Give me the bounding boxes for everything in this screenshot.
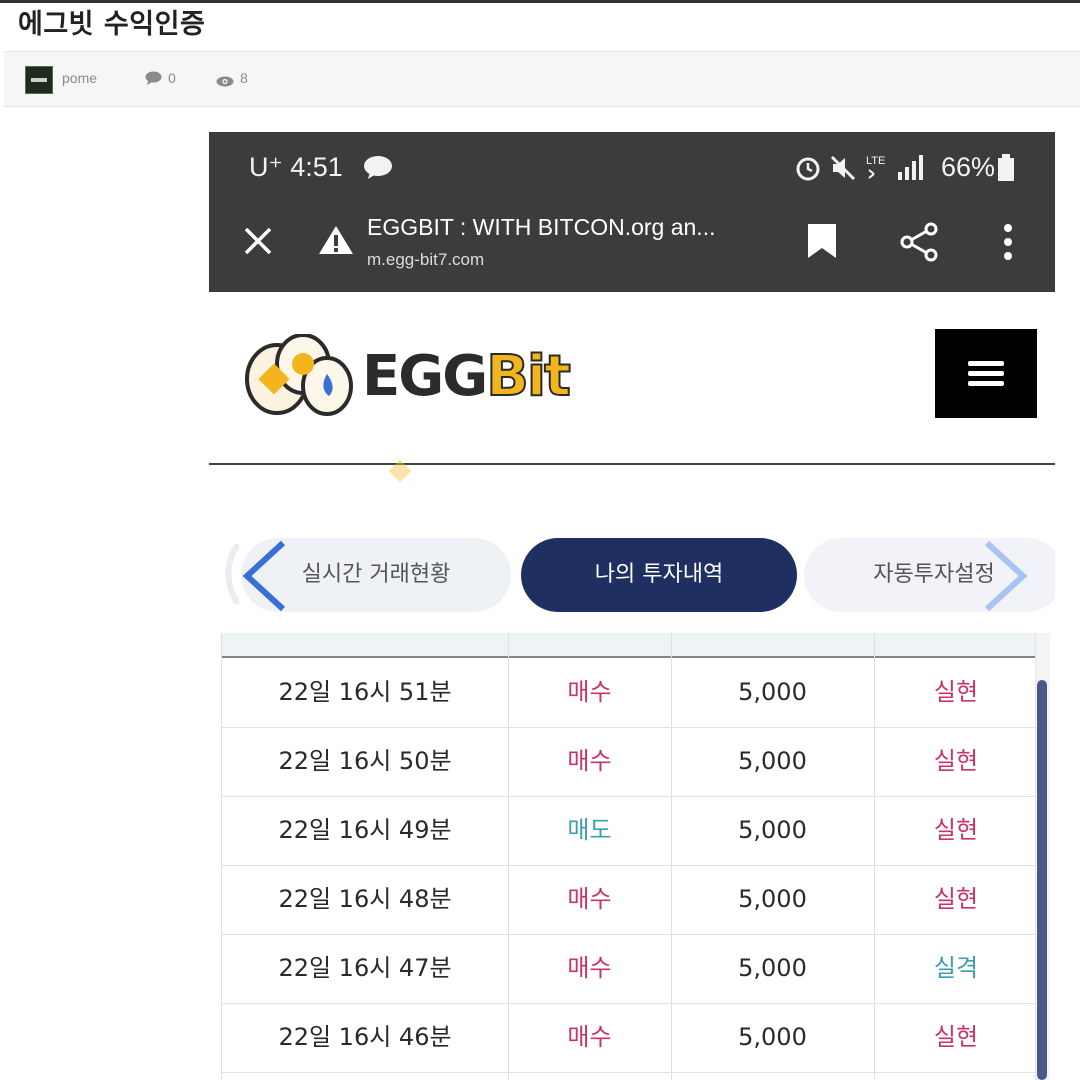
trade-amount: 5,000 [738, 954, 807, 982]
trade-result: 실현 [933, 747, 979, 775]
trade-side: 매수 [567, 885, 612, 913]
trade-time: 22일 16시 49분 [278, 816, 452, 844]
warning-icon[interactable] [317, 224, 355, 260]
phone-screenshot: U⁺ 4:51 LTE 66% EGGBIT : WITH BITCON.org… [209, 132, 1055, 1080]
table-row[interactable]: 22일 16시 49분 매도 5,000 실현 [222, 796, 1038, 866]
alarm-icon [794, 154, 822, 186]
table-row[interactable]: 22일 16시 48분 매수 5,000 실현 [222, 865, 1038, 935]
bookmark-icon[interactable] [807, 224, 837, 262]
investment-history-table: 22일 16시 51분 매수 5,000 실현 22일 16시 50분 매수 5… [221, 633, 1038, 1080]
site-logo[interactable]: EGGBit [362, 343, 572, 410]
view-count: 8 [240, 70, 248, 86]
trade-amount: 5,000 [738, 885, 807, 913]
trade-time: 22일 16시 48분 [278, 885, 452, 913]
trade-result: 실격 [933, 954, 979, 982]
logo-egg-text: EGG [362, 344, 488, 409]
battery-icon [997, 154, 1015, 186]
eye-icon [216, 72, 234, 91]
trade-result: 실현 [933, 816, 979, 844]
status-time: U⁺ 4:51 [249, 152, 343, 182]
table-row[interactable]: 22일 16시 46분 매수 5,000 실현 [222, 1003, 1038, 1073]
trade-amount: 5,000 [738, 678, 807, 706]
mute-icon [829, 154, 857, 186]
trade-amount: 5,000 [738, 747, 807, 775]
post-meta-bar: pome 0 8 [4, 51, 1080, 107]
trade-side: 매수 [567, 678, 612, 706]
logo-bit-text: Bit [485, 343, 572, 410]
trade-result: 실현 [933, 885, 979, 913]
menu-bar [968, 381, 1004, 386]
scrollbar-thumb[interactable] [1037, 680, 1047, 1080]
trade-time: 22일 16시 46분 [278, 1023, 452, 1051]
browser-page-title[interactable]: EGGBIT : WITH BITCON.org an... [367, 214, 715, 241]
lte-signal-icon: LTE [866, 152, 926, 186]
menu-bar [968, 361, 1004, 366]
trade-result: 실현 [933, 1023, 979, 1051]
table-row[interactable]: 22일 16시 50분 매수 5,000 실현 [222, 727, 1038, 797]
table-header [222, 633, 1038, 658]
trade-side: 매수 [567, 1023, 612, 1051]
trade-time: 22일 16시 47분 [278, 954, 452, 982]
browser-url[interactable]: m.egg-bit7.com [367, 250, 484, 270]
comment-count: 0 [168, 70, 176, 86]
share-icon[interactable] [899, 222, 939, 266]
trade-side: 매수 [567, 954, 612, 982]
trade-side: 매도 [567, 816, 612, 844]
trade-result: 실현 [933, 678, 979, 706]
close-icon[interactable] [243, 226, 273, 260]
site-header: EGGBit [209, 292, 1055, 462]
svg-text:LTE: LTE [866, 155, 885, 167]
header-divider [209, 463, 1055, 465]
author-avatar[interactable] [25, 66, 53, 94]
tab-bar: 실시간 거래현황 나의 투자내역 자동투자설정 [219, 538, 1055, 612]
trade-side: 매수 [567, 747, 612, 775]
chevron-right-icon[interactable] [981, 540, 1031, 616]
trade-amount: 5,000 [738, 1023, 807, 1051]
kakaotalk-icon [363, 156, 393, 184]
trade-amount: 5,000 [738, 816, 807, 844]
status-bar: U⁺ 4:51 LTE 66% EGGBIT : WITH BITCON.org… [209, 132, 1055, 292]
more-options-icon[interactable] [1003, 224, 1013, 264]
comment-icon [145, 70, 162, 89]
binance-icon [387, 458, 413, 488]
table-row[interactable]: 22일 16시 47분 매수 5,000 실격 [222, 934, 1038, 1004]
author-name[interactable]: pome [62, 70, 97, 86]
battery-percent: 66% [940, 152, 995, 182]
trade-time: 22일 16시 50분 [278, 747, 452, 775]
tab-my-investments[interactable]: 나의 투자내역 [521, 538, 797, 612]
left-edge-shadow [219, 541, 242, 608]
chevron-left-icon[interactable] [239, 540, 289, 616]
hamburger-menu-button[interactable] [935, 329, 1037, 418]
trade-time: 22일 16시 51분 [278, 678, 452, 706]
egg-coins-logo-icon [243, 333, 355, 422]
menu-bar [968, 371, 1004, 376]
post-title: 에그빗 수익인증 [18, 9, 206, 40]
table-row[interactable]: 22일 16시 51분 매수 5,000 실현 [222, 658, 1038, 728]
